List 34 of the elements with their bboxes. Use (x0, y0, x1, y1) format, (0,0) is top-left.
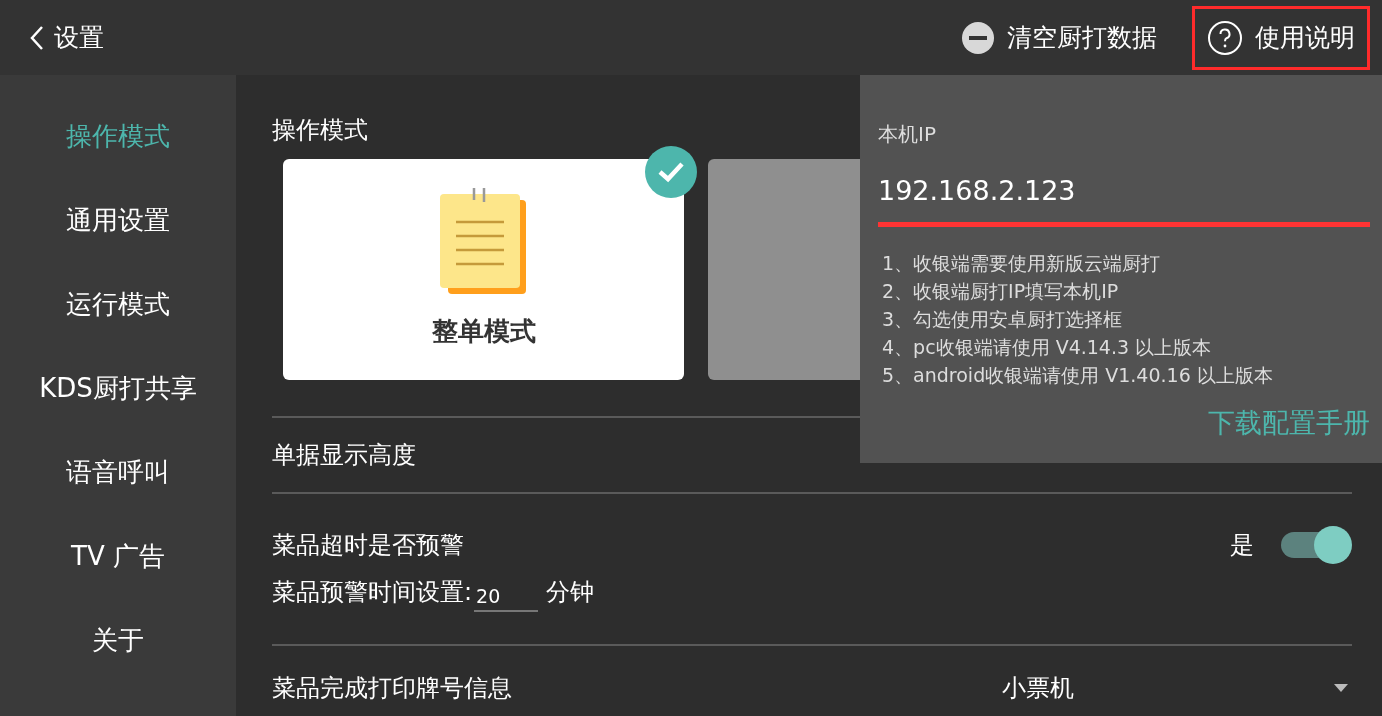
dropdown-caret-icon (1334, 684, 1348, 692)
setting-label: 菜品超时是否预警 (272, 530, 465, 561)
toggle-switch[interactable] (1280, 524, 1352, 566)
instruction-text: 1、收银端需要使用新版云端厨打 (882, 250, 1162, 276)
sidebar-item[interactable]: 通用设置 (66, 199, 170, 241)
section-title: 操作模式 (272, 115, 368, 146)
instruction-text: 4、pc收银端请使用 V4.14.3 以上版本 (882, 334, 1213, 360)
back-icon (30, 24, 44, 51)
sidebar-item[interactable]: KDS厨打共享 (39, 367, 197, 409)
ip-label: 本机IP (878, 121, 937, 148)
sidebar-item[interactable]: 运行模式 (66, 283, 170, 325)
back-button[interactable]: 设置 (30, 18, 104, 57)
help-button[interactable]: 使用说明 (1192, 5, 1370, 70)
toggle-value: 是 (1230, 530, 1254, 561)
help-icon (1207, 19, 1243, 56)
minus-circle-icon (961, 20, 995, 55)
clear-data-button[interactable]: 清空厨打数据 (946, 5, 1172, 70)
ip-input[interactable]: 192.168.2.123 (878, 171, 1370, 227)
check-icon (645, 146, 697, 198)
sidebar-item[interactable]: 语音呼叫 (66, 451, 170, 493)
sidebar-item[interactable]: 操作模式 (66, 115, 170, 157)
instruction-text: 3、勾选使用安卓厨打选择框 (882, 306, 1124, 332)
setting-label: 菜品预警时间设置: (272, 577, 473, 608)
mode-card[interactable]: 整单模式 (283, 159, 684, 380)
sidebar-item[interactable]: TV 广告 (71, 535, 165, 577)
time-input[interactable]: 20 (474, 581, 539, 612)
sidebar-item[interactable]: 关于 (92, 619, 144, 661)
instruction-text: 5、android收银端请使用 V1.40.16 以上版本 (882, 362, 1274, 388)
unit-label: 分钟 (546, 577, 595, 608)
printer-dropdown[interactable]: 小票机 (1002, 670, 1352, 706)
setting-label: 菜品完成打印牌号信息 (272, 673, 513, 704)
setting-label: 单据显示高度 (272, 440, 416, 471)
instruction-text: 2、收银端厨打IP填写本机IP (882, 278, 1120, 304)
mode-label: 整单模式 (431, 315, 536, 348)
